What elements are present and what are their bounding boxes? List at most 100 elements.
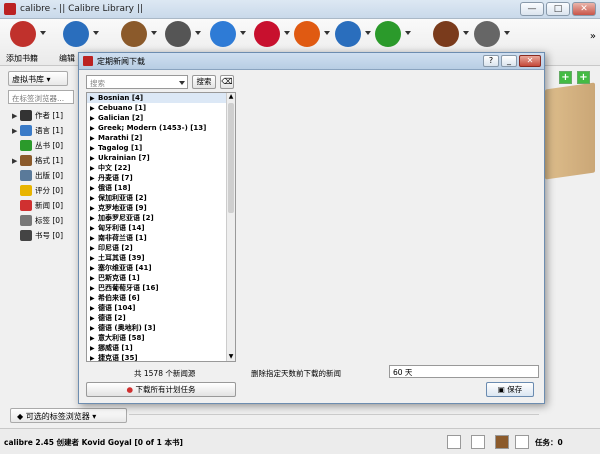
dialog-close-button[interactable]: ✕: [519, 55, 541, 67]
expand-icon[interactable]: ▶: [90, 205, 98, 212]
toolbar-button-magnifier[interactable]: [165, 21, 191, 47]
dialog-help-button[interactable]: ?: [483, 55, 499, 67]
language-list-item[interactable]: ▶ 巴斯克语 [1]: [87, 273, 226, 283]
expand-icon[interactable]: ▶: [90, 135, 98, 142]
tag-layout-icon[interactable]: [515, 435, 529, 449]
layout-toggle-icon[interactable]: [447, 435, 461, 449]
chevron-down-icon[interactable]: [195, 31, 201, 35]
expand-icon[interactable]: ▶: [90, 355, 98, 362]
tag-category-item[interactable]: 书号 [0]: [12, 228, 78, 243]
scroll-down-icon[interactable]: ▼: [228, 353, 234, 361]
toolbar-overflow-icon[interactable]: »: [590, 31, 596, 42]
expand-icon[interactable]: ▶: [90, 255, 98, 262]
language-list-item[interactable]: ▶ 挪威语 [1]: [87, 343, 226, 353]
cover-grid-icon[interactable]: [471, 435, 485, 449]
chevron-down-icon[interactable]: [365, 31, 371, 35]
toolbar-button-library[interactable]: [433, 21, 459, 47]
language-list-item[interactable]: ▶ Greek; Modern (1453-) [13]: [87, 123, 226, 133]
language-list-item[interactable]: ▶ 德语 (奥地利) [3]: [87, 323, 226, 333]
language-list-item[interactable]: ▶ 俄语 [18]: [87, 183, 226, 193]
scrollbar-thumb[interactable]: [228, 103, 234, 213]
expand-icon[interactable]: ▶: [90, 245, 98, 252]
expand-icon[interactable]: ▶: [12, 157, 20, 165]
chevron-down-icon[interactable]: [151, 31, 157, 35]
language-list-item[interactable]: ▶ 塞尔维亚语 [41]: [87, 263, 226, 273]
tag-category-item[interactable]: 丛书 [0]: [12, 138, 78, 153]
close-button[interactable]: ✕: [572, 2, 596, 16]
language-list-item[interactable]: ▶ Galician [2]: [87, 113, 226, 123]
toolbar-button-news[interactable]: [294, 21, 320, 47]
expand-icon[interactable]: ▶: [90, 145, 98, 152]
expand-icon[interactable]: ▶: [90, 315, 98, 322]
language-list-item[interactable]: ▶ Marathi [2]: [87, 133, 226, 143]
language-list-item[interactable]: ▶ 克罗地亚语 [9]: [87, 203, 226, 213]
toolbar-button-convert[interactable]: [121, 21, 147, 47]
language-list-item[interactable]: ▶ Cebuano [1]: [87, 103, 226, 113]
tag-category-item[interactable]: 出版 [0]: [12, 168, 78, 183]
chevron-down-icon[interactable]: [93, 31, 99, 35]
language-list-item[interactable]: ▶ Ukrainian [7]: [87, 153, 226, 163]
expand-icon[interactable]: ▶: [90, 105, 98, 112]
minimize-button[interactable]: —: [520, 2, 544, 16]
language-list-item[interactable]: ▶ 意大利语 [58]: [87, 333, 226, 343]
language-list-item[interactable]: ▶ 丹麦语 [7]: [87, 173, 226, 183]
dialog-minimize-button[interactable]: _: [501, 55, 517, 67]
expand-icon[interactable]: ▶: [90, 325, 98, 332]
language-list-item[interactable]: ▶ 巴西葡萄牙语 [16]: [87, 283, 226, 293]
expand-icon[interactable]: ▶: [90, 285, 98, 292]
expand-icon[interactable]: ▶: [90, 115, 98, 122]
scroll-up-icon[interactable]: ▲: [228, 93, 234, 101]
expand-icon[interactable]: ▶: [90, 295, 98, 302]
chevron-down-icon[interactable]: [405, 31, 411, 35]
language-list-item[interactable]: ▶ 土耳其语 [39]: [87, 253, 226, 263]
delete-days-spinbox[interactable]: 60 天: [389, 365, 539, 378]
expand-icon[interactable]: ▶: [90, 215, 98, 222]
expand-icon[interactable]: ▶: [90, 345, 98, 352]
download-all-scheduled-button[interactable]: ● 下载所有计划任务: [86, 382, 236, 397]
expand-icon[interactable]: ▶: [90, 335, 98, 342]
recipe-search-input[interactable]: 搜索: [86, 75, 188, 89]
chevron-down-icon[interactable]: [284, 31, 290, 35]
tag-category-item[interactable]: 评分 [0]: [12, 183, 78, 198]
add-item-icon-2[interactable]: +: [577, 71, 590, 84]
language-list-item[interactable]: ▶ 捷克语 [35]: [87, 353, 226, 362]
book-details-icon[interactable]: [495, 435, 509, 449]
expand-icon[interactable]: ▶: [90, 275, 98, 282]
language-list-item[interactable]: ▶ 加泰罗尼亚语 [2]: [87, 213, 226, 223]
tag-category-item[interactable]: ▶ 作者 [1]: [12, 108, 78, 123]
language-list-item[interactable]: ▶ 南非荷兰语 [1]: [87, 233, 226, 243]
language-list-item[interactable]: ▶ 德语 [2]: [87, 313, 226, 323]
expand-icon[interactable]: ▶: [90, 165, 98, 172]
expand-icon[interactable]: ▶: [90, 225, 98, 232]
chevron-down-icon[interactable]: [240, 31, 246, 35]
expand-icon[interactable]: ▶: [90, 155, 98, 162]
language-list-item[interactable]: ▶ Tagalog [1]: [87, 143, 226, 153]
language-list-item[interactable]: ▶ 印尼语 [2]: [87, 243, 226, 253]
maximize-button[interactable]: □: [546, 2, 570, 16]
search-button[interactable]: 搜索: [192, 75, 216, 89]
chevron-down-icon[interactable]: [324, 31, 330, 35]
tag-category-item[interactable]: 标签 [0]: [12, 213, 78, 228]
splitter[interactable]: [129, 414, 539, 418]
save-button[interactable]: ▣ 保存: [486, 382, 534, 397]
expand-icon[interactable]: ▶: [90, 175, 98, 182]
language-list-item[interactable]: ▶ 保加利亚语 [2]: [87, 193, 226, 203]
toolbar-button-recycle[interactable]: [375, 21, 401, 47]
expand-icon[interactable]: ▶: [12, 127, 20, 135]
toolbar-button-help[interactable]: [335, 21, 361, 47]
jobs-indicator[interactable]: 任务：0: [535, 437, 563, 448]
toolbar-button-heart[interactable]: [254, 21, 280, 47]
expand-icon[interactable]: ▶: [90, 195, 98, 202]
expand-icon[interactable]: ▶: [90, 125, 98, 132]
toolbar-button-add-book[interactable]: 添加书籍: [6, 21, 38, 63]
expand-icon[interactable]: ▶: [90, 95, 98, 102]
tag-browser-options-button[interactable]: ◆ 可选的标签浏览器 ▾: [10, 408, 127, 423]
expand-icon[interactable]: ▶: [90, 185, 98, 192]
tag-category-item[interactable]: ▶ 语言 [1]: [12, 123, 78, 138]
expand-icon[interactable]: ▶: [90, 265, 98, 272]
virtual-library-button[interactable]: 虚拟书库 ▾: [8, 71, 68, 86]
clear-search-icon[interactable]: ⌫: [220, 75, 234, 89]
chevron-down-icon[interactable]: [504, 31, 510, 35]
chevron-down-icon[interactable]: [463, 31, 469, 35]
language-list-item[interactable]: ▶ 中文 [22]: [87, 163, 226, 173]
